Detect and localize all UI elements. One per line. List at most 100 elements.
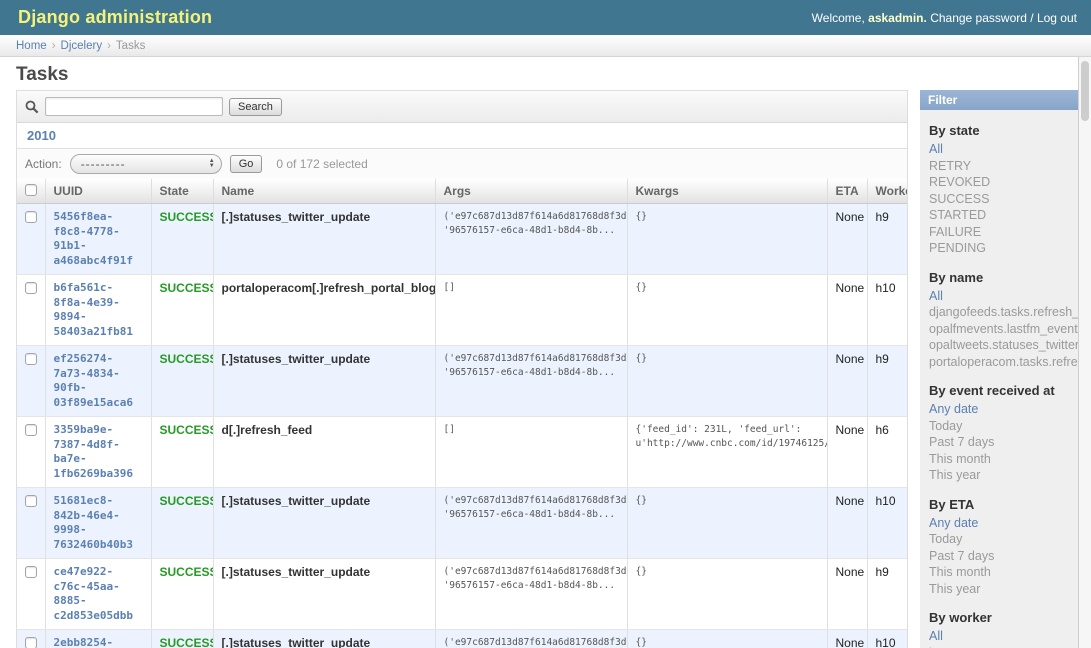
task-uuid-link[interactable]: 5456f8ea- f8c8-4778- 91b1- a468abc4f91f [54,210,143,268]
filter-eta-this-month[interactable]: This month [929,565,991,579]
go-button[interactable]: Go [230,155,263,173]
change-password-link[interactable]: Change password [930,11,1027,25]
column-header-state[interactable]: State [151,179,213,204]
row-checkbox[interactable] [25,566,37,578]
row-checkbox[interactable] [25,211,37,223]
select-all-checkbox[interactable] [25,184,37,196]
column-header-args[interactable]: Args [435,179,627,204]
task-name: [.]statuses_twitter_update [222,636,371,648]
search-button[interactable]: Search [229,98,282,116]
breadcrumb-app-link[interactable]: Djcelery [61,40,103,52]
vertical-scrollbar[interactable] [1078,57,1091,648]
filter-eta-past7days[interactable]: Past 7 days [929,549,994,563]
task-state: SUCCESS [160,281,214,295]
filter-event-any-date[interactable]: Any date [929,402,978,416]
changelist-module: Search 2010 Action: --------- ▲▼ Go 0 of… [16,90,908,648]
filter-worker-all[interactable]: All [929,629,943,643]
filter-event-this-year[interactable]: This year [929,468,980,482]
filter-heading: By event received at [929,383,1078,398]
table-row: b6fa561c- 8f8a-4e39- 9894- 58403a21fb81 … [17,275,908,346]
task-name: [.]statuses_twitter_update [222,210,371,224]
user-tools-separator: / [1030,11,1033,25]
username-text: askadmin. [868,11,927,25]
task-eta: None [827,204,867,275]
task-kwargs: {} [636,565,819,579]
filter-name-all[interactable]: All [929,289,943,303]
actions-bar: Action: --------- ▲▼ Go 0 of 172 selecte… [17,149,907,179]
filter-name-item[interactable]: portaloperacom.tasks.refresh_portal [929,355,1078,369]
task-uuid-link[interactable]: ef256274- 7a73-4834- 90fb- 03f89e15aca6 [54,352,143,410]
filter-state-failure[interactable]: FAILURE [929,225,981,239]
row-checkbox[interactable] [25,282,37,294]
filter-title: Filter [920,90,1078,110]
column-header-eta[interactable]: ETA [827,179,867,204]
filter-state-success[interactable]: SUCCESS [929,192,989,206]
filter-name-item[interactable]: opalfmevents.lastfm_events_update [929,322,1078,336]
site-title-link[interactable]: Django administration [18,7,212,28]
task-eta: None [827,630,867,648]
task-worker: h10 [867,275,908,346]
column-header-uuid[interactable]: UUID [45,179,151,204]
filter-heading: By ETA [929,497,1078,512]
task-name: [.]statuses_twitter_update [222,565,371,579]
task-uuid-link[interactable]: 2ebb8254- 6891-4b6c- a0e7- 4ab08a404097 [54,636,143,648]
action-select[interactable]: --------- ▲▼ [70,154,222,174]
filter-name-item[interactable]: djangofeeds.tasks.refresh_feed [929,305,1078,319]
task-state: SUCCESS [160,565,214,579]
filter-state-retry[interactable]: RETRY [929,159,971,173]
search-input[interactable] [45,97,223,116]
filter-event-past7days[interactable]: Past 7 days [929,435,994,449]
row-checkbox[interactable] [25,424,37,436]
task-name: d[.]refresh_feed [222,423,313,437]
column-header-name[interactable]: Name [213,179,435,204]
header-bar: Django administration Welcome, askadmin.… [0,0,1091,35]
action-select-value: --------- [81,157,126,171]
task-args: ('e97c687d13d87f614a6d81768d8f3d8e', '96… [444,494,619,522]
search-icon [25,100,39,114]
task-args: ('e97c687d13d87f614a6d81768d8f3d8e', '96… [444,210,619,238]
task-eta: None [827,275,867,346]
breadcrumb-home-link[interactable]: Home [16,40,47,52]
task-kwargs: {} [636,210,819,224]
filter-state-pending[interactable]: PENDING [929,241,986,255]
task-state: SUCCESS [160,636,214,648]
task-kwargs: {} [636,352,819,366]
task-name: portaloperacom[.]refresh_portal_blog [222,281,436,295]
filter-state-revoked[interactable]: REVOKED [929,175,990,189]
task-worker: h9 [867,346,908,417]
task-uuid-link[interactable]: 3359ba9e- 7387-4d8f- ba7e- 1fb6269ba396 [54,423,143,481]
task-worker: h9 [867,204,908,275]
task-uuid-link[interactable]: ce47e922- c76c-45aa- 8885- c2d853e05dbb [54,565,143,623]
filter-section-by-worker: By worker All h10 h8 h6 [920,610,1078,648]
filter-event-today[interactable]: Today [929,419,962,433]
table-row: 2ebb8254- 6891-4b6c- a0e7- 4ab08a404097 … [17,630,908,648]
filter-heading: By state [929,123,1078,138]
filter-section-by-name: By name All djangofeeds.tasks.refresh_fe… [920,270,1078,371]
filter-eta-any-date[interactable]: Any date [929,516,978,530]
filter-eta-this-year[interactable]: This year [929,582,980,596]
task-state: SUCCESS [160,210,214,224]
date-hierarchy-year-link[interactable]: 2010 [27,128,56,143]
scrollbar-thumb[interactable] [1081,61,1089,121]
select-spinner-icon: ▲▼ [207,159,217,169]
filter-eta-today[interactable]: Today [929,532,962,546]
row-checkbox[interactable] [25,637,37,648]
filter-name-item[interactable]: opaltweets.statuses_twitter_update [929,338,1078,352]
task-name: [.]statuses_twitter_update [222,352,371,366]
task-uuid-link[interactable]: 51681ec8- 842b-46e4- 9998- 7632460b40b3 [54,494,143,552]
task-worker: h10 [867,630,908,648]
task-kwargs: {} [636,636,819,648]
user-tools: Welcome, askadmin. Change password / Log… [812,11,1077,25]
task-state: SUCCESS [160,494,214,508]
column-header-worker[interactable]: Worker [867,179,908,204]
task-uuid-link[interactable]: b6fa561c- 8f8a-4e39- 9894- 58403a21fb81 [54,281,143,339]
column-header-kwargs[interactable]: Kwargs [627,179,827,204]
row-checkbox[interactable] [25,495,37,507]
filter-state-started[interactable]: STARTED [929,208,986,222]
logout-link[interactable]: Log out [1037,11,1077,25]
filter-state-all[interactable]: All [929,142,943,156]
row-checkbox[interactable] [25,353,37,365]
task-state: SUCCESS [160,352,214,366]
filter-event-this-month[interactable]: This month [929,452,991,466]
table-row: 5456f8ea- f8c8-4778- 91b1- a468abc4f91f … [17,204,908,275]
